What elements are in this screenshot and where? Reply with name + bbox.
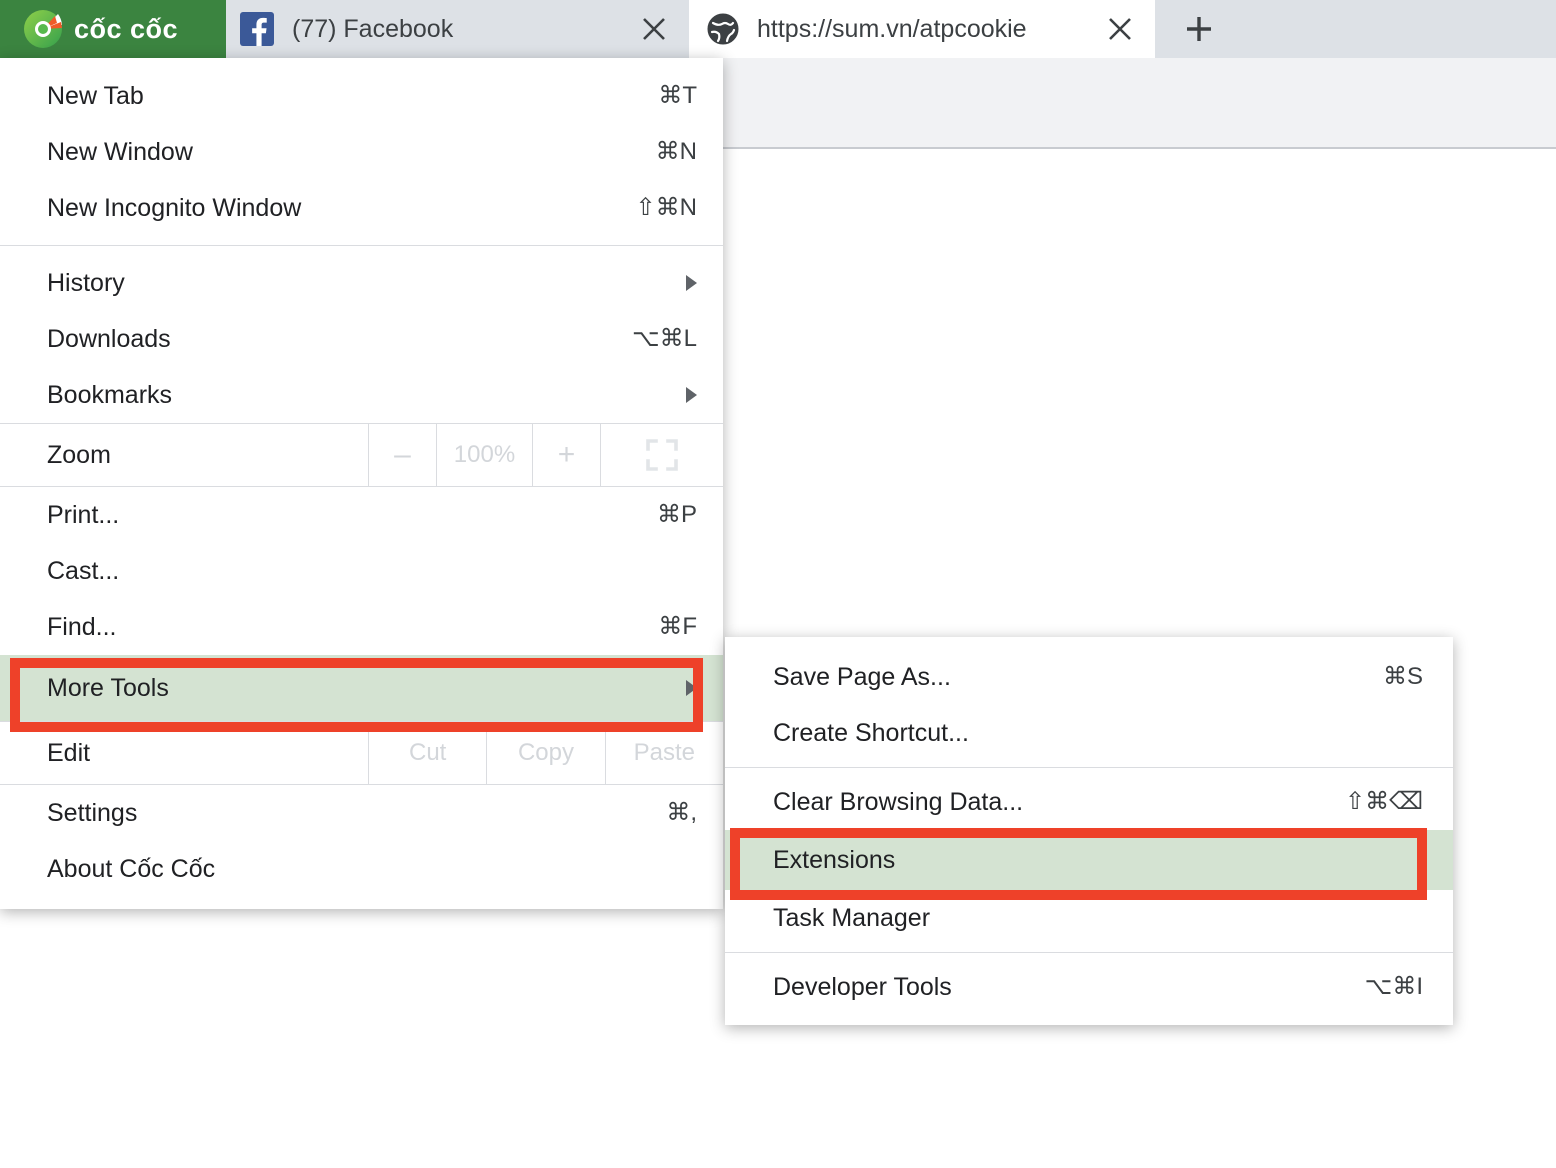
menu-item-history[interactable]: History <box>0 255 723 311</box>
edit-label-cell: Edit <box>0 722 368 784</box>
menu-item-accel: ⌥⌘I <box>1364 973 1423 1000</box>
edit-cut-button[interactable]: Cut <box>368 722 486 784</box>
tab-strip: cốc cốc (77) Facebook https://sum.vn/atp… <box>0 0 1556 58</box>
menu-item-accel: ⌘F <box>658 613 697 640</box>
edit-paste-button[interactable]: Paste <box>604 722 723 784</box>
menu-item-label: New Incognito Window <box>47 193 302 222</box>
menu-row-edit: Edit Cut Copy Paste <box>0 721 723 785</box>
menu-item-accel: ⇧⌘⌫ <box>1344 788 1423 815</box>
menu-item-label: Bookmarks <box>47 380 173 409</box>
menu-item-label: History <box>47 268 125 297</box>
coccoc-brand-logo[interactable]: cốc cốc <box>0 0 226 58</box>
menu-item-settings[interactable]: Settings ⌘, <box>0 785 723 841</box>
tab-facebook[interactable]: (77) Facebook <box>226 0 689 58</box>
menu-item-label: Settings <box>47 798 138 827</box>
menu-item-about-coccoc[interactable]: About Cốc Cốc <box>0 841 723 897</box>
menu-item-accel: ⌘N <box>655 138 697 165</box>
menu-item-label: Find... <box>47 612 117 641</box>
menu-item-label: More Tools <box>47 673 169 702</box>
chevron-right-icon <box>686 275 697 291</box>
tab-title: https://sum.vn/atpcookie <box>757 16 1027 42</box>
close-icon[interactable] <box>631 6 677 52</box>
menu-item-accel: ⌥⌘L <box>631 325 697 352</box>
menu-item-new-window[interactable]: New Window ⌘N <box>0 124 723 180</box>
menu-separator <box>0 245 723 246</box>
chevron-right-icon <box>686 387 697 403</box>
chevron-right-icon <box>686 680 697 696</box>
fullscreen-icon <box>646 439 678 471</box>
menu-item-accel: ⌘, <box>666 799 697 826</box>
menu-item-accel: ⌘T <box>658 82 697 109</box>
menu-item-bookmarks[interactable]: Bookmarks <box>0 367 723 423</box>
menu-item-label: Edit <box>47 738 91 767</box>
menu-item-label: New Window <box>47 137 193 166</box>
menu-item-label: Task Manager <box>773 903 931 932</box>
menu-item-label: Clear Browsing Data... <box>773 787 1024 816</box>
facebook-icon <box>240 12 274 46</box>
submenu-item-create-shortcut[interactable]: Create Shortcut... <box>725 705 1453 761</box>
submenu-item-developer-tools[interactable]: Developer Tools ⌥⌘I <box>725 959 1453 1015</box>
edit-copy-button[interactable]: Copy <box>486 722 604 784</box>
menu-item-label: Print... <box>47 500 120 529</box>
menu-separator <box>725 767 1453 768</box>
submenu-item-task-manager[interactable]: Task Manager <box>725 890 1453 946</box>
new-tab-button[interactable] <box>1155 0 1556 58</box>
zoom-in-button[interactable]: + <box>532 424 600 486</box>
menu-item-label: Save Page As... <box>773 662 951 691</box>
menu-item-label: Create Shortcut... <box>773 718 969 747</box>
zoom-level-value: 100% <box>436 424 532 486</box>
menu-item-label: About Cốc Cốc <box>47 854 216 883</box>
menu-item-cast[interactable]: Cast... <box>0 543 723 599</box>
menu-item-label: Cast... <box>47 556 120 585</box>
menu-item-label: Developer Tools <box>773 972 952 1001</box>
menu-item-more-tools[interactable]: More Tools <box>0 655 723 721</box>
close-glyph <box>643 18 665 40</box>
menu-item-label: New Tab <box>47 81 144 110</box>
menu-item-new-incognito-window[interactable]: New Incognito Window ⇧⌘N <box>0 180 723 236</box>
menu-item-downloads[interactable]: Downloads ⌥⌘L <box>0 311 723 367</box>
tab-sum-vn[interactable]: https://sum.vn/atpcookie <box>689 0 1155 58</box>
menu-item-accel: ⇧⌘N <box>635 194 697 221</box>
menu-separator <box>725 952 1453 953</box>
globe-icon <box>707 13 739 45</box>
submenu-item-save-page-as[interactable]: Save Page As... ⌘S <box>725 649 1453 705</box>
menu-item-accel: ⌘S <box>1382 663 1423 690</box>
menu-item-label: Downloads <box>47 324 171 353</box>
submenu-item-clear-browsing-data[interactable]: Clear Browsing Data... ⇧⌘⌫ <box>725 774 1453 830</box>
submenu-item-extensions[interactable]: Extensions <box>725 830 1453 890</box>
menu-item-new-tab[interactable]: New Tab ⌘T <box>0 68 723 124</box>
menu-row-zoom: Zoom – 100% + <box>0 423 723 487</box>
more-tools-submenu: Save Page As... ⌘S Create Shortcut... Cl… <box>725 637 1453 1025</box>
tab-title: (77) Facebook <box>292 16 454 42</box>
zoom-label-cell: Zoom <box>0 424 368 486</box>
menu-item-label: Zoom <box>47 440 111 469</box>
menu-item-find[interactable]: Find... ⌘F <box>0 599 723 655</box>
coccoc-logo-icon <box>24 10 62 48</box>
fullscreen-button[interactable] <box>600 424 723 486</box>
menu-item-print[interactable]: Print... ⌘P <box>0 487 723 543</box>
plus-icon <box>1187 17 1211 41</box>
close-glyph <box>1109 18 1131 40</box>
close-icon[interactable] <box>1097 6 1143 52</box>
menu-item-accel: ⌘P <box>656 501 697 528</box>
zoom-out-button[interactable]: – <box>368 424 436 486</box>
brand-wordmark: cốc cốc <box>74 13 179 44</box>
browser-main-menu: New Tab ⌘T New Window ⌘N New Incognito W… <box>0 58 723 909</box>
menu-item-label: Extensions <box>773 845 896 874</box>
